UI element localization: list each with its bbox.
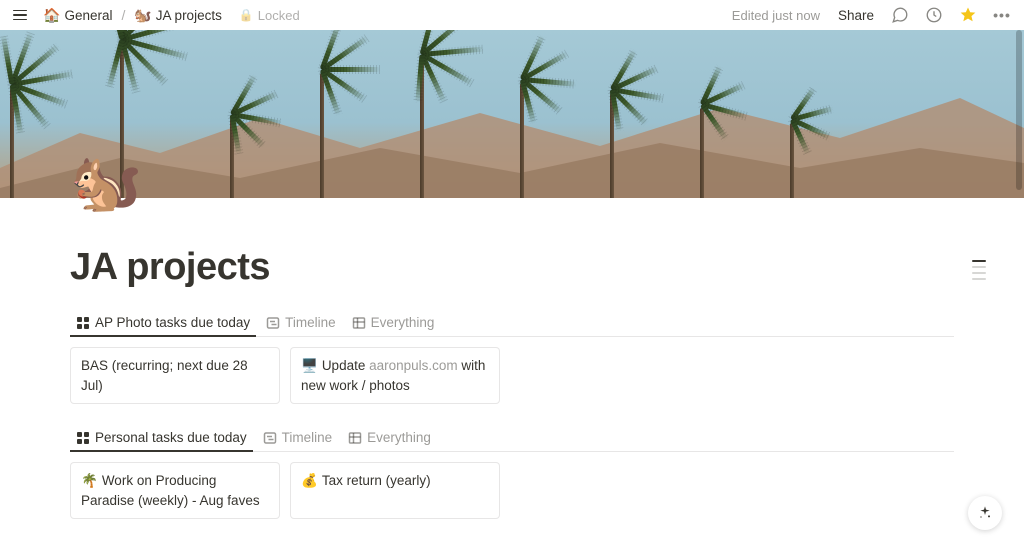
card-text: Tax return (yearly) (322, 473, 431, 488)
page-content: 🐿️ JA projects AP Photo tasks due today … (0, 198, 1024, 519)
page-emoji[interactable]: 🐿️ (70, 154, 142, 212)
breadcrumb: 🏠 General / 🐿️ JA projects (38, 5, 227, 26)
board-icon (76, 316, 90, 330)
board-icon (76, 431, 90, 445)
outline-line (972, 266, 986, 268)
hamburger-icon (13, 10, 27, 21)
cover-image[interactable] (0, 30, 1024, 198)
locked-indicator[interactable]: 🔒 Locked (239, 8, 300, 23)
card-item[interactable]: BAS (recurring; next due 28 Jul) (70, 347, 280, 404)
page-title[interactable]: JA projects (70, 246, 954, 289)
outline-line (972, 278, 986, 280)
table-icon (348, 431, 362, 445)
card-item[interactable]: 🖥️Update aaronpuls.com with new work / p… (290, 347, 500, 404)
card-item[interactable]: 💰 Tax return (yearly) (290, 462, 500, 519)
palm-icon: 🌴 (81, 473, 98, 488)
computer-icon: 🖥️ (301, 358, 318, 373)
timeline-icon (266, 316, 280, 330)
topbar-left: 🏠 General / 🐿️ JA projects 🔒 Locked (8, 3, 300, 27)
tab-label: Everything (371, 315, 435, 330)
card-text: Update (322, 358, 369, 373)
breadcrumb-parent[interactable]: 🏠 General (38, 5, 117, 26)
cards-row: BAS (recurring; next due 28 Jul) 🖥️ Updat… (70, 347, 954, 404)
cards-row: 🌴Work on Producing Paradise (weekly) - A… (70, 462, 954, 519)
scroll-thumb[interactable] (1016, 30, 1022, 190)
view-tabs: AP Photo tasks due today Timeline Everyt… (70, 311, 954, 337)
more-button[interactable]: ••• (988, 1, 1016, 29)
tab-timeline[interactable]: Timeline (257, 426, 339, 451)
card-text-muted: aaronpuls.com (369, 358, 458, 373)
star-icon (959, 6, 977, 24)
tab-everything[interactable]: Everything (346, 311, 441, 336)
breadcrumb-separator: / (119, 7, 127, 23)
dots-icon: ••• (993, 7, 1011, 23)
tab-label: AP Photo tasks due today (95, 315, 250, 330)
outline-line (972, 272, 986, 274)
tab-label: Timeline (282, 430, 333, 445)
tab-label: Everything (367, 430, 431, 445)
favorite-button[interactable] (954, 1, 982, 29)
table-icon (352, 316, 366, 330)
card-text: BAS (recurring; next due 28 Jul) (81, 358, 248, 393)
edited-status: Edited just now (726, 8, 826, 23)
sparkle-icon (977, 505, 993, 521)
tab-timeline[interactable]: Timeline (260, 311, 342, 336)
breadcrumb-parent-label: General (64, 8, 112, 23)
card-item[interactable]: 🌴Work on Producing Paradise (weekly) - A… (70, 462, 280, 519)
view-tabs: Personal tasks due today Timeline Everyt… (70, 426, 954, 452)
scrollbar[interactable] (1014, 0, 1024, 542)
card-text: Work on Producing Paradise (weekly) - Au… (81, 473, 260, 508)
breadcrumb-current[interactable]: 🐿️ JA projects (129, 5, 226, 26)
menu-toggle-button[interactable] (8, 3, 32, 27)
section-ap-photo: AP Photo tasks due today Timeline Everyt… (70, 311, 954, 404)
comment-icon (891, 6, 909, 24)
ai-assist-button[interactable] (968, 496, 1002, 530)
section-personal: Personal tasks due today Timeline Everyt… (70, 426, 954, 519)
breadcrumb-current-label: JA projects (156, 8, 222, 23)
comments-button[interactable] (886, 1, 914, 29)
mountains-graphic (0, 78, 1024, 198)
tab-label: Timeline (285, 315, 336, 330)
money-icon: 💰 (301, 473, 318, 488)
topbar: 🏠 General / 🐿️ JA projects 🔒 Locked Edit… (0, 0, 1024, 30)
tab-board[interactable]: AP Photo tasks due today (70, 311, 256, 336)
tab-everything[interactable]: Everything (342, 426, 437, 451)
tab-label: Personal tasks due today (95, 430, 247, 445)
outline-line (972, 260, 986, 262)
lock-icon: 🔒 (239, 8, 254, 22)
tab-board[interactable]: Personal tasks due today (70, 426, 253, 451)
updates-button[interactable] (920, 1, 948, 29)
chipmunk-icon: 🐿️ (134, 7, 151, 24)
home-icon: 🏠 (43, 7, 60, 24)
container: 🐿️ JA projects AP Photo tasks due today … (62, 198, 962, 519)
share-button[interactable]: Share (832, 6, 880, 25)
clock-icon (925, 6, 943, 24)
topbar-right: Edited just now Share ••• (726, 1, 1016, 29)
timeline-icon (263, 431, 277, 445)
locked-label: Locked (258, 8, 300, 23)
outline-indicator[interactable] (972, 260, 986, 280)
